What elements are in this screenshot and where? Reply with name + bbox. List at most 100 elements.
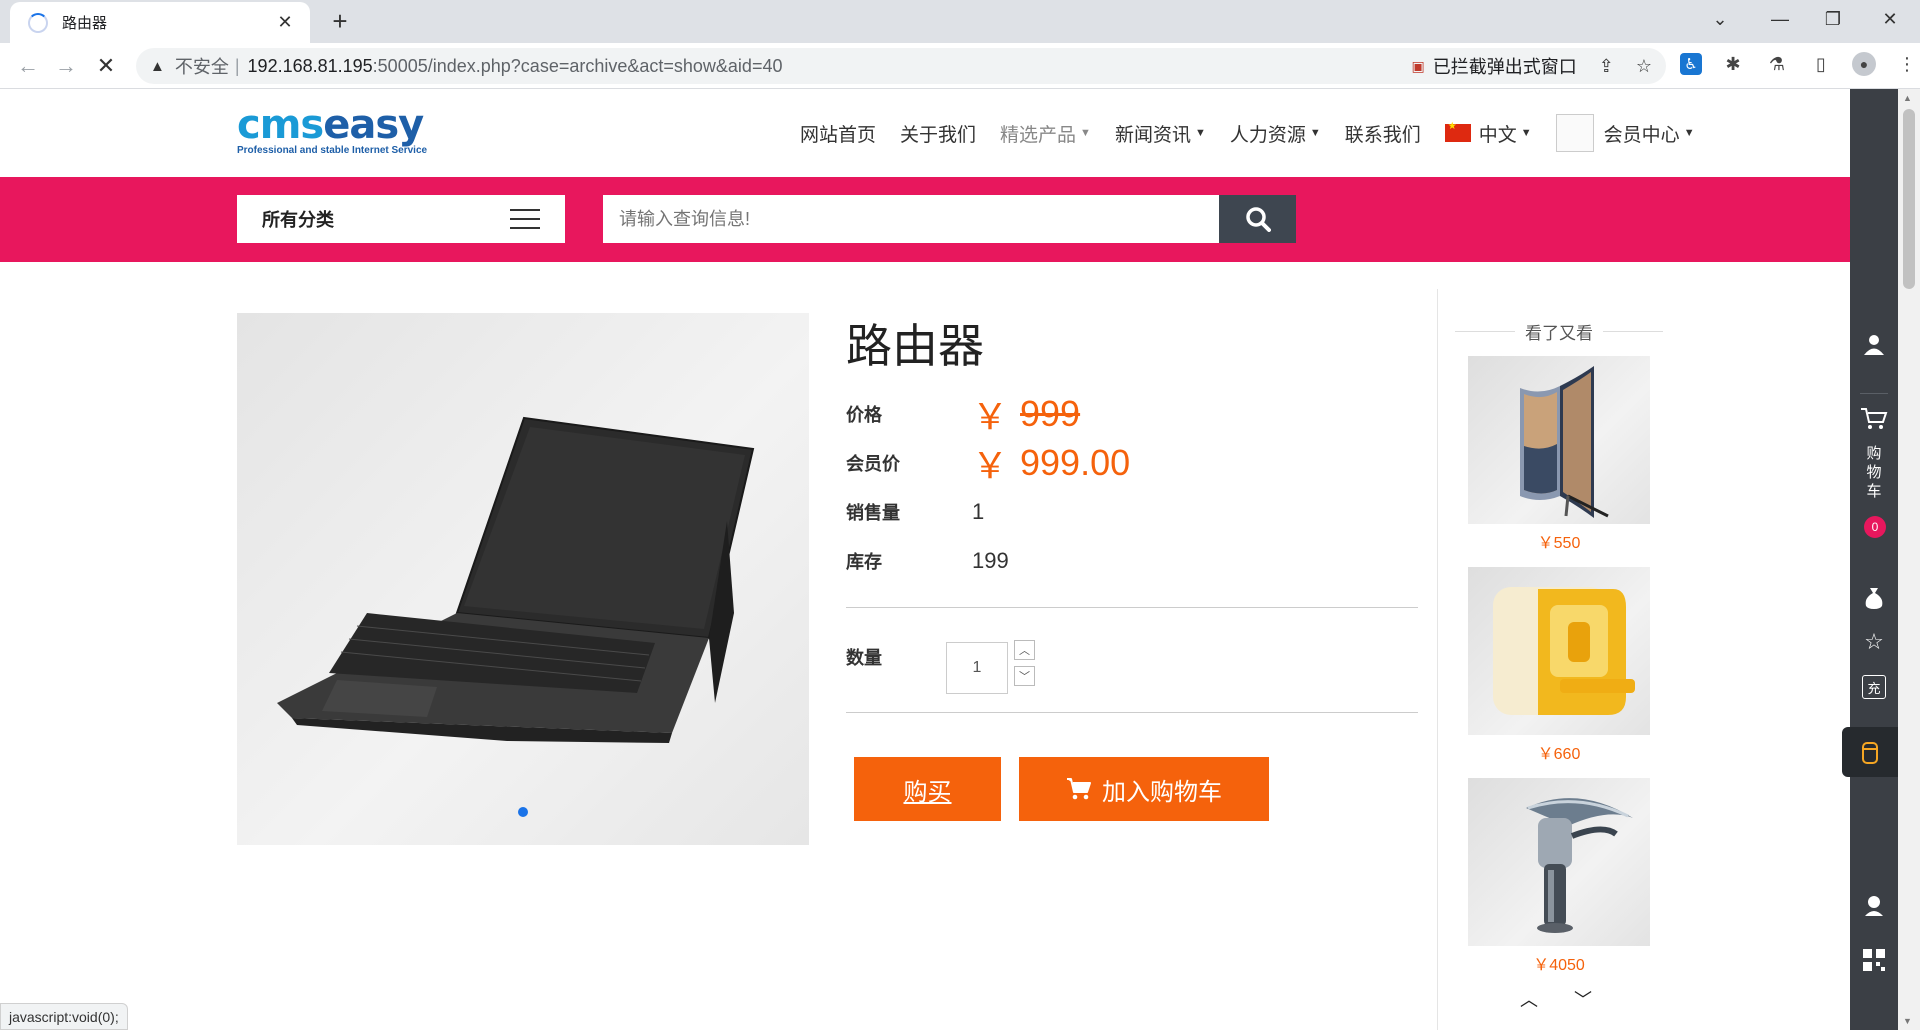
search-button[interactable]	[1219, 195, 1296, 243]
quantity-stepper: ︿ ﹀	[1014, 640, 1035, 686]
sales-row: 销售量 1	[846, 487, 1418, 536]
purchase-actions: 购买 加入购物车	[854, 757, 1418, 821]
lab-flask-icon[interactable]: ⚗	[1764, 51, 1790, 77]
tab-search-icon[interactable]: ⌄	[1690, 0, 1750, 38]
money-bag-icon[interactable]	[1850, 586, 1898, 610]
nav-language[interactable]: 中文▼	[1444, 120, 1532, 147]
recommended-panel: 看了又看 ￥550 ￥660 ￥4050	[1455, 319, 1663, 975]
nav-member-center[interactable]: 会员中心 ▼	[1555, 114, 1695, 152]
cart-count-badge: 0	[1864, 516, 1886, 538]
warning-icon[interactable]: ▲	[150, 58, 165, 75]
sidebar-cart-label[interactable]: 购 物 车	[1850, 444, 1898, 501]
recommended-item[interactable]: ￥660	[1468, 567, 1650, 764]
search-input[interactable]	[603, 195, 1219, 243]
tablet-laptop-image	[277, 416, 755, 743]
window-close-button[interactable]: ✕	[1860, 0, 1920, 38]
category-dropdown[interactable]: 所有分类	[237, 195, 565, 243]
nav-about[interactable]: 关于我们	[900, 120, 976, 147]
url-host: 192.168.81.195	[247, 55, 373, 76]
column-divider	[1437, 289, 1438, 1030]
minimize-button[interactable]: —	[1750, 0, 1810, 38]
nav-home[interactable]: 网站首页	[800, 120, 876, 147]
member-price-row: 会员价 ￥ 999.00	[846, 438, 1418, 487]
quantity-decrease-button[interactable]: ﹀	[1014, 666, 1035, 686]
recommended-item[interactable]: ￥4050	[1468, 778, 1650, 975]
profile-avatar-icon[interactable]: ●	[1852, 52, 1876, 76]
side-panel-icon[interactable]: ▯	[1808, 51, 1834, 77]
caret-down-icon: ▼	[1309, 127, 1321, 139]
recommended-pager: ︿ ﹀	[1520, 986, 1592, 1012]
tab-close-icon[interactable]: ✕	[274, 12, 296, 33]
browser-tab[interactable]: 路由器 ✕	[10, 2, 310, 43]
sidebar-toggle-tab[interactable]	[1842, 727, 1898, 777]
nav-label: 网站首页	[800, 124, 877, 146]
tab-title: 路由器	[62, 15, 108, 32]
loading-spinner-icon	[28, 12, 48, 33]
recharge-icon[interactable]: 充	[1850, 675, 1898, 699]
insecure-label: 不安全	[174, 57, 229, 77]
chevron-down-icon[interactable]: ﹀	[1574, 986, 1592, 1012]
recommended-price: ￥660	[1537, 746, 1581, 763]
chevron-up-icon[interactable]: ︿	[1520, 986, 1538, 1012]
popup-blocked-indicator[interactable]: ▣ 已拦截弹出式窗口	[1412, 53, 1577, 79]
main-nav: 网站首页 关于我们 精选产品▼ 新闻资讯▼ 人力资源▼ 联系我们 中文▼ 会员中…	[800, 89, 1695, 177]
restore-button[interactable]: ❐	[1803, 0, 1863, 38]
caret-down-icon: ▼	[1683, 127, 1695, 139]
page-scrollbar[interactable]: ▲ ▼	[1898, 89, 1920, 1030]
favorite-star-icon[interactable]: ☆	[1850, 629, 1898, 655]
user-icon[interactable]	[1850, 332, 1898, 356]
nav-contact[interactable]: 联系我们	[1345, 120, 1421, 147]
sidebar-divider	[1860, 393, 1888, 394]
nav-products[interactable]: 精选产品 ▼	[1000, 120, 1091, 147]
site-logo[interactable]: cmseasy Professional and stable Internet…	[237, 105, 472, 157]
quantity-label: 数量	[846, 648, 882, 668]
add-to-cart-button[interactable]: 加入购物车	[1019, 757, 1269, 821]
scroll-down-arrow-icon[interactable]: ▼	[1903, 1016, 1912, 1026]
shopping-cart-icon[interactable]	[1850, 407, 1898, 431]
product-thumbnail[interactable]	[1468, 778, 1650, 946]
recharge-label: 充	[1862, 675, 1886, 699]
nav-hr[interactable]: 人力资源 ▼	[1230, 120, 1321, 147]
quantity-increase-button[interactable]: ︿	[1014, 640, 1035, 660]
extension-accessibility-icon[interactable]: ♿	[1680, 53, 1702, 75]
new-tab-button[interactable]: +	[325, 6, 355, 37]
stop-loading-button[interactable]: ✕	[90, 50, 122, 82]
nav-news[interactable]: 新闻资讯 ▼	[1115, 120, 1206, 147]
bookmark-star-icon[interactable]: ☆	[1636, 56, 1652, 77]
nav-label: 精选产品	[1000, 124, 1077, 146]
yellow-appliance-image	[1493, 587, 1635, 715]
faucet-image	[1526, 798, 1633, 933]
caret-down-icon: ▼	[1194, 127, 1206, 139]
popup-blocked-icon: ▣	[1411, 57, 1425, 74]
sales-value: 1	[972, 498, 985, 524]
web-page: cmseasy Professional and stable Internet…	[0, 89, 1850, 1030]
carousel-dot[interactable]	[518, 807, 528, 817]
forward-button[interactable]: →	[50, 50, 82, 82]
product-thumbnail[interactable]	[1468, 567, 1650, 735]
member-avatar	[1555, 114, 1594, 152]
customer-service-icon[interactable]	[1850, 893, 1898, 917]
recommended-price: ￥4050	[1533, 957, 1585, 974]
nav-label: 会员中心	[1603, 124, 1680, 146]
qr-code-icon[interactable]	[1850, 949, 1898, 971]
recommended-item[interactable]: ￥550	[1468, 356, 1650, 553]
quantity-input[interactable]	[946, 642, 1008, 694]
back-button[interactable]: ←	[12, 50, 44, 82]
stock-value: 199	[972, 547, 1009, 573]
scrollbar-thumb[interactable]	[1903, 109, 1915, 289]
address-bar[interactable]: ▲ 不安全 | 192.168.81.195 :50005/index.php?…	[136, 48, 1666, 84]
stock-label: 库存	[846, 551, 882, 572]
member-price-label: 会员价	[846, 453, 900, 474]
product-gallery[interactable]	[237, 313, 809, 845]
product-thumbnail[interactable]	[1468, 356, 1650, 524]
share-icon[interactable]: ⇪	[1599, 56, 1614, 77]
cup-icon	[1862, 742, 1878, 764]
browser-menu-icon[interactable]: ⋮	[1894, 51, 1920, 77]
recommended-price: ￥550	[1537, 535, 1581, 552]
add-to-cart-label: 加入购物车	[1102, 778, 1222, 806]
buy-button[interactable]: 购买	[854, 757, 1001, 821]
nav-label: 中文	[1478, 124, 1517, 146]
extensions-puzzle-icon[interactable]: ✱	[1720, 51, 1746, 77]
scroll-up-arrow-icon[interactable]: ▲	[1903, 93, 1912, 103]
divider	[846, 712, 1418, 713]
